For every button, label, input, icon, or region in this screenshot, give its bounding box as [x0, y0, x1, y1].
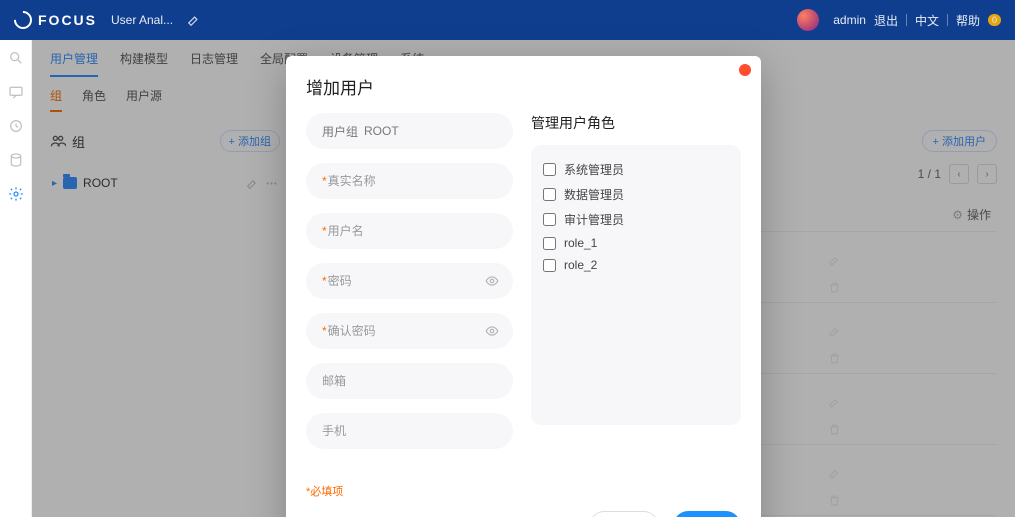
form-col: 用户组 ROOT * * * * *必填项 [306, 113, 513, 499]
realname-input[interactable] [328, 174, 497, 188]
brand-text: FOCUS [38, 12, 97, 28]
search-icon[interactable] [8, 50, 24, 66]
group-field-label: 用户组 [322, 123, 358, 140]
avatar[interactable] [797, 9, 819, 31]
role-checkbox[interactable] [543, 163, 556, 176]
group-field: 用户组 ROOT [306, 113, 513, 149]
role-item[interactable]: role_2 [543, 254, 729, 276]
required-note: *必填项 [306, 483, 513, 499]
header-logout[interactable]: 退出 [874, 12, 898, 29]
ok-button[interactable]: 确定 [673, 511, 741, 517]
close-icon[interactable] [739, 64, 751, 76]
eye-icon[interactable] [485, 324, 499, 338]
phone-field[interactable] [306, 413, 513, 449]
modal-footer: 取消 确定 [306, 511, 741, 517]
role-checkbox[interactable] [543, 188, 556, 201]
nav-rail [0, 40, 32, 517]
roles-box: 系统管理员数据管理员审计管理员 role_1 role_2 [531, 145, 741, 425]
role-item[interactable]: 系统管理员 [543, 157, 729, 182]
header-user[interactable]: admin [833, 13, 866, 27]
username-field[interactable]: * [306, 213, 513, 249]
header-help[interactable]: 帮助 [956, 12, 980, 29]
data-icon[interactable] [8, 152, 24, 168]
roles-col: 管理用户角色 系统管理员数据管理员审计管理员 role_1 role_2 [531, 113, 741, 499]
eye-icon[interactable] [485, 274, 499, 288]
role-item[interactable]: role_1 [543, 232, 729, 254]
role-item[interactable]: 审计管理员 [543, 207, 729, 232]
app-header: FOCUS User Anal... admin 退出 中文 帮助 0 [0, 0, 1015, 40]
settings-icon[interactable] [8, 186, 24, 202]
roles-title: 管理用户角色 [531, 113, 741, 133]
page-title: User Anal... [111, 13, 173, 27]
role-checkbox[interactable] [543, 259, 556, 272]
role-label: 审计管理员 [564, 211, 624, 228]
role-item[interactable]: 数据管理员 [543, 182, 729, 207]
help-badge: 0 [988, 14, 1001, 26]
role-label: 数据管理员 [564, 186, 624, 203]
logo-mark-icon [10, 7, 35, 32]
role-checkbox[interactable] [543, 237, 556, 250]
clock-icon[interactable] [8, 118, 24, 134]
confirm-input[interactable] [328, 324, 497, 338]
realname-field[interactable]: * [306, 163, 513, 199]
role-label: 系统管理员 [564, 161, 624, 178]
cancel-button[interactable]: 取消 [589, 511, 659, 517]
divider [906, 14, 907, 26]
phone-input[interactable] [322, 424, 497, 438]
brand-logo: FOCUS [14, 11, 97, 29]
password-input[interactable] [328, 274, 497, 288]
role-checkbox[interactable] [543, 213, 556, 226]
modal-title: 增加用户 [306, 74, 741, 99]
email-field[interactable] [306, 363, 513, 399]
email-input[interactable] [322, 374, 497, 388]
divider [947, 14, 948, 26]
group-field-value: ROOT [364, 124, 399, 138]
username-input[interactable] [328, 224, 497, 238]
header-links: admin 退出 中文 帮助 0 [833, 12, 1001, 29]
header-lang[interactable]: 中文 [915, 12, 939, 29]
chat-icon[interactable] [8, 84, 24, 100]
add-user-modal: 增加用户 用户组 ROOT * * * * *必填项 [286, 56, 761, 517]
password-field[interactable]: * [306, 263, 513, 299]
edit-title-icon[interactable] [187, 13, 201, 27]
role-label: role_2 [564, 258, 597, 272]
confirm-field[interactable]: * [306, 313, 513, 349]
main: 用户管理构建模型日志管理全局配置设备管理系统... 组角色用户源 组 + 添加组… [32, 40, 1015, 517]
modal-overlay: 增加用户 用户组 ROOT * * * * *必填项 [32, 40, 1015, 517]
role-label: role_1 [564, 236, 597, 250]
